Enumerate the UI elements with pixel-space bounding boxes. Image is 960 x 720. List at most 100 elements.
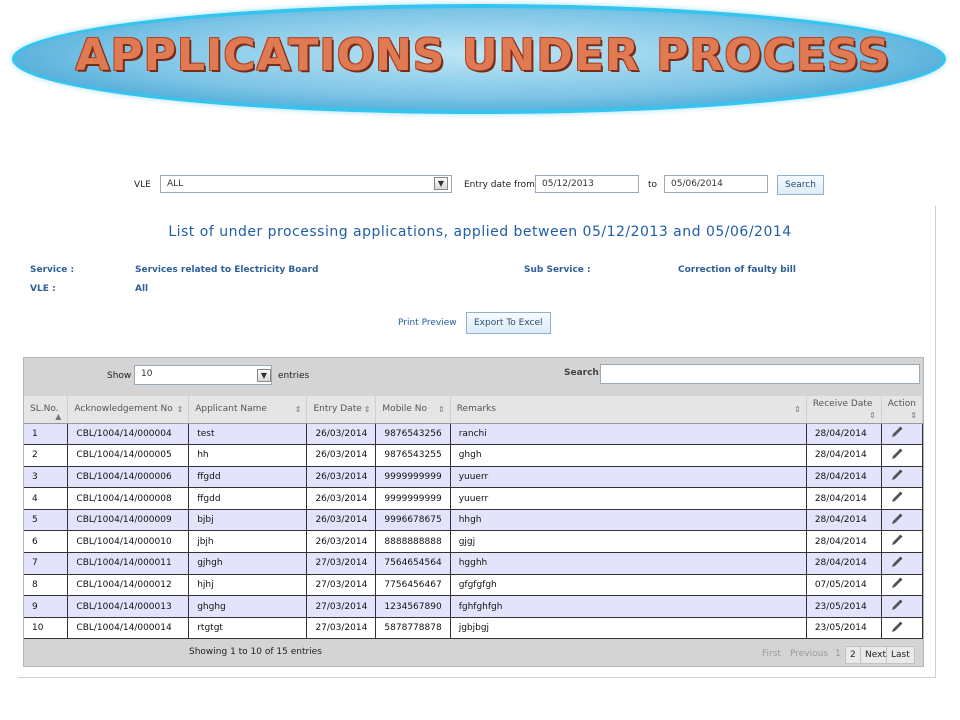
col-header-label: Remarks bbox=[456, 404, 496, 415]
table-row: 9 CBL/1004/14/000013 ghghg 27/03/2014 123456… bbox=[24, 595, 924, 618]
search-label: Search: bbox=[564, 368, 603, 378]
col-header-remarks[interactable]: Remarks ⇕ bbox=[450, 396, 807, 424]
sort-icon: ⇕ bbox=[910, 411, 917, 420]
cell-remarks: gfgfgfgh bbox=[450, 574, 807, 597]
pencil-icon[interactable] bbox=[890, 577, 904, 589]
banner-title: APPLICATIONS UNDER PROCESS bbox=[75, 30, 891, 81]
cell-sl-no: 8 bbox=[24, 574, 69, 597]
table-body: 1 CBL/1004/14/000004 test 26/03/2014 9876543… bbox=[24, 423, 924, 640]
cell-acknowledgement-no: CBL/1004/14/000004 bbox=[67, 423, 190, 446]
to-label: to bbox=[648, 180, 658, 190]
cell-receive-date: 28/04/2014 bbox=[806, 487, 882, 510]
export-excel-button[interactable]: Export To Excel bbox=[466, 312, 551, 334]
cell-applicant-name: jbjh bbox=[188, 530, 308, 554]
cell-mobile-no: 7756456467 bbox=[375, 574, 451, 597]
col-header-label: Action bbox=[887, 399, 916, 409]
applications-table: Show 10 ▼ entries Search: SL.No. ▲ Acknow… bbox=[23, 357, 924, 667]
cell-mobile-no: 5878778878 bbox=[375, 617, 451, 640]
date-to-value: 05/06/2014 bbox=[671, 179, 723, 189]
col-header-applicant-name[interactable]: Applicant Name ⇕ bbox=[188, 396, 308, 424]
sub-service-label: Sub Service : bbox=[524, 265, 591, 275]
cell-receive-date: 07/05/2014 bbox=[806, 574, 882, 597]
cell-applicant-name: hh bbox=[188, 444, 308, 467]
pagination-previous[interactable]: Previous bbox=[786, 646, 832, 662]
col-header-label: Entry Date bbox=[313, 404, 362, 415]
cell-acknowledgement-no: CBL/1004/14/000013 bbox=[67, 595, 190, 618]
cell-sl-no: 7 bbox=[24, 552, 69, 575]
cell-applicant-name: ghghg bbox=[188, 595, 308, 618]
date-to-input[interactable]: 05/06/2014 bbox=[664, 175, 768, 193]
cell-applicant-name: rtgtgt bbox=[188, 617, 308, 640]
cell-action bbox=[881, 617, 924, 640]
cell-action bbox=[881, 552, 924, 575]
cell-acknowledgement-no: CBL/1004/14/000005 bbox=[67, 444, 190, 467]
cell-action bbox=[881, 509, 924, 532]
pencil-icon[interactable] bbox=[890, 448, 904, 460]
date-from-input[interactable]: 05/12/2013 bbox=[535, 175, 639, 193]
sort-icon: ⇕ bbox=[176, 405, 184, 414]
pagination-first[interactable]: First bbox=[758, 646, 785, 662]
cell-entry-date: 27/03/2014 bbox=[306, 574, 377, 597]
pencil-icon[interactable] bbox=[890, 599, 904, 611]
entry-date-from-label: Entry date from bbox=[464, 180, 535, 190]
cell-sl-no: 2 bbox=[24, 444, 69, 467]
date-from-value: 05/12/2013 bbox=[542, 179, 594, 189]
table-info: Showing 1 to 10 of 15 entries bbox=[189, 647, 322, 657]
col-header-receive-date[interactable]: Receive Date ⇕ bbox=[806, 396, 882, 424]
cell-acknowledgement-no: CBL/1004/14/000011 bbox=[67, 552, 190, 575]
pencil-icon[interactable] bbox=[890, 534, 904, 546]
cell-sl-no: 6 bbox=[24, 530, 69, 554]
cell-applicant-name: gjhgh bbox=[188, 552, 308, 575]
cell-remarks: fghfghfgh bbox=[450, 595, 807, 618]
pagination-page-1[interactable]: 1 bbox=[831, 646, 845, 662]
table-search-input[interactable] bbox=[600, 364, 920, 384]
vle-select[interactable]: ALL bbox=[160, 175, 452, 193]
table-row: 10 CBL/1004/14/000014 rtgtgt 27/03/2014 5878… bbox=[24, 617, 924, 640]
chevron-down-icon[interactable]: ▼ bbox=[257, 369, 271, 382]
pencil-icon[interactable] bbox=[890, 621, 904, 633]
pencil-icon[interactable] bbox=[890, 513, 904, 525]
pagination-page-2[interactable]: 2 bbox=[845, 646, 861, 664]
table-header-row: SL.No. ▲ Acknowledgement No ⇕ Applicant Na… bbox=[24, 396, 924, 424]
col-header-mobile-no[interactable]: Mobile No ⇕ bbox=[375, 396, 451, 424]
cell-acknowledgement-no: CBL/1004/14/000006 bbox=[67, 466, 190, 489]
cell-entry-date: 27/03/2014 bbox=[306, 617, 377, 640]
col-header-action[interactable]: Action ⇕ bbox=[881, 396, 924, 424]
cell-applicant-name: bjbj bbox=[188, 509, 308, 532]
col-header-acknowledgement-no[interactable]: Acknowledgement No ⇕ bbox=[67, 396, 190, 424]
page-size-select[interactable]: 10 bbox=[134, 365, 272, 385]
cell-entry-date: 26/03/2014 bbox=[306, 423, 377, 446]
table-row: 4 CBL/1004/14/000008 ffgdd 26/03/2014 999999… bbox=[24, 487, 924, 510]
table-row: 2 CBL/1004/14/000005 hh 26/03/2014 987654325… bbox=[24, 444, 924, 467]
cell-mobile-no: 1234567890 bbox=[375, 595, 451, 618]
pencil-icon[interactable] bbox=[890, 491, 904, 503]
cell-receive-date: 23/05/2014 bbox=[806, 595, 882, 618]
pencil-icon[interactable] bbox=[890, 556, 904, 568]
col-header-sl-no[interactable]: SL.No. ▲ bbox=[24, 396, 69, 424]
search-button[interactable]: Search bbox=[777, 175, 824, 195]
cell-remarks: gjgj bbox=[450, 530, 807, 554]
service-label: Service : bbox=[30, 265, 75, 275]
cell-receive-date: 28/04/2014 bbox=[806, 530, 882, 554]
cell-sl-no: 5 bbox=[24, 509, 69, 532]
cell-remarks: ranchi bbox=[450, 423, 807, 446]
pencil-icon[interactable] bbox=[890, 469, 904, 481]
table-row: 6 CBL/1004/14/000010 jbjh 26/03/2014 8888888… bbox=[24, 530, 924, 554]
col-header-entry-date[interactable]: Entry Date ⇕ bbox=[306, 396, 377, 424]
table-row: 5 CBL/1004/14/000009 bjbj 26/03/2014 9996678… bbox=[24, 509, 924, 532]
cell-entry-date: 26/03/2014 bbox=[306, 530, 377, 554]
print-preview-link[interactable]: Print Preview bbox=[398, 318, 457, 328]
table-row: 3 CBL/1004/14/000006 ffgdd 26/03/2014 999999… bbox=[24, 466, 924, 489]
cell-remarks: ghgh bbox=[450, 444, 807, 467]
sort-icon: ⇕ bbox=[794, 405, 801, 414]
cell-acknowledgement-no: CBL/1004/14/000010 bbox=[67, 530, 190, 554]
pencil-icon[interactable] bbox=[890, 426, 904, 438]
table-row: 8 CBL/1004/14/000012 hjhj 27/03/2014 7756456… bbox=[24, 574, 924, 597]
cell-applicant-name: hjhj bbox=[188, 574, 308, 597]
cell-applicant-name: test bbox=[188, 423, 308, 446]
cell-sl-no: 3 bbox=[24, 466, 69, 489]
pagination-last[interactable]: Last bbox=[886, 646, 915, 664]
title-banner: APPLICATIONS UNDER PROCESS bbox=[12, 4, 946, 114]
chevron-down-icon[interactable]: ▼ bbox=[434, 177, 448, 190]
cell-receive-date: 28/04/2014 bbox=[806, 552, 882, 575]
